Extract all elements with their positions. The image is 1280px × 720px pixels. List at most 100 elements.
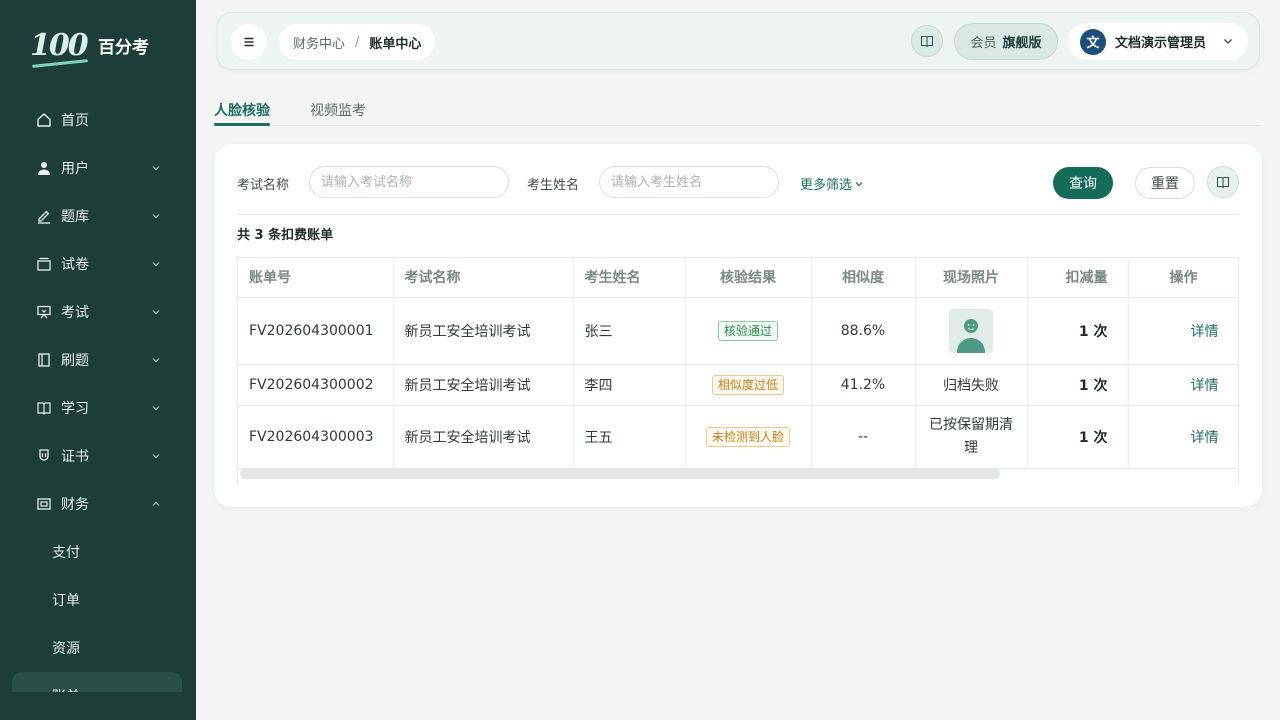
student-name: 王五 <box>573 405 686 469</box>
column-settings-button[interactable] <box>1207 166 1239 198</box>
sidebar: 100 百分考 首页 用户 题库 试卷 考试 刷题 学习 证书 财务 支付 订单… <box>0 0 196 720</box>
bill-table: 账单号 考试名称 考生姓名 核验结果 相似度 现场照片 扣减量 操作 FV202… <box>237 257 1239 484</box>
tab-face-verification[interactable]: 人脸核验 <box>214 100 270 120</box>
tab-bar: 人脸核验 视频监考 <box>214 96 1260 126</box>
bill-id: FV202604300003 <box>238 405 394 469</box>
docs-button[interactable] <box>911 25 943 57</box>
column-header: 现场照片 <box>915 258 1028 298</box>
detail-link[interactable]: 详情 <box>1191 324 1219 340</box>
breadcrumb: 财务中心 / 账单中心 <box>279 24 436 60</box>
logo[interactable]: 100 百分考 <box>30 24 149 66</box>
sidebar-item-label: 首页 <box>61 113 89 129</box>
user-menu[interactable]: 文 文档演示管理员 <box>1068 23 1248 60</box>
membership-badge[interactable]: 会员 旗舰版 <box>954 23 1058 60</box>
sidebar-item-label: 题库 <box>61 209 89 225</box>
deduct-value: 1 次 <box>1078 377 1108 394</box>
sidebar-subitem-orders[interactable]: 订单 <box>0 576 196 624</box>
paper-icon <box>36 256 52 272</box>
column-header: 核验结果 <box>685 258 812 298</box>
detail-link[interactable]: 详情 <box>1191 378 1219 394</box>
sidebar-item-exam[interactable]: 考试 <box>0 288 196 336</box>
face-photo-thumbnail[interactable] <box>949 308 993 353</box>
tab-video-proctoring[interactable]: 视频监考 <box>310 100 366 120</box>
book-open-icon <box>36 352 52 368</box>
sidebar-item-home[interactable]: 首页 <box>0 96 196 144</box>
sidebar-item-label: 用户 <box>61 161 89 177</box>
sidebar-subitem-resources[interactable]: 资源 <box>0 624 196 672</box>
chevron-down-icon <box>152 406 160 411</box>
user-name: 文档演示管理员 <box>1115 36 1207 51</box>
deduct-amount: 1 次 <box>1027 405 1129 469</box>
user-icon <box>36 160 52 176</box>
sidebar-item-label: 考试 <box>61 305 89 321</box>
deduct-amount: 1 次 <box>1027 364 1129 406</box>
more-filters-button[interactable]: 更多筛选 <box>800 174 864 193</box>
verify-result-cell: 未检测到人脸 <box>685 405 812 469</box>
similarity: -- <box>811 405 916 469</box>
deduct-value: 1 次 <box>1078 429 1108 446</box>
exam-name-input[interactable] <box>309 166 509 198</box>
sidebar-item-certificate[interactable]: 证书 <box>0 432 196 480</box>
pen-icon <box>36 208 52 224</box>
sidebar-item-label: 试卷 <box>61 257 89 273</box>
chevron-down-icon <box>855 181 863 186</box>
chevron-down-icon <box>152 214 160 219</box>
table-row: FV202604300002 新员工安全培训考试 李四 相似度过低 41.2% … <box>238 364 1238 406</box>
sidebar-item-user[interactable]: 用户 <box>0 144 196 192</box>
menu-toggle-button[interactable] <box>231 24 267 60</box>
exam-name: 新员工安全培训考试 <box>393 405 574 469</box>
book-icon <box>36 400 52 416</box>
count-value: 3 <box>254 228 264 243</box>
count-prefix: 共 <box>237 228 251 243</box>
sidebar-item-papers[interactable]: 试卷 <box>0 240 196 288</box>
sidebar-item-label: 刷题 <box>61 353 89 369</box>
person-avatar-icon <box>957 318 985 353</box>
query-button[interactable]: 查询 <box>1053 167 1113 199</box>
bill-card: 考试名称 考生姓名 更多筛选 查询 重置 共 3 条扣费账单 账单号 考试名称 … <box>214 144 1262 507</box>
certificate-icon <box>36 448 52 464</box>
sidebar-item-label: 证书 <box>61 449 89 465</box>
sidebar-item-label: 财务 <box>61 497 89 513</box>
book-icon <box>1216 176 1230 189</box>
breadcrumb-current: 账单中心 <box>369 36 422 52</box>
detail-link[interactable]: 详情 <box>1191 430 1219 446</box>
column-header: 账单号 <box>238 258 394 298</box>
logo-mark: 100 <box>30 28 90 63</box>
chevron-down-icon <box>152 358 160 363</box>
membership-level: 旗舰版 <box>1002 36 1042 51</box>
deduct-amount: 1 次 <box>1027 297 1129 365</box>
avatar: 文 <box>1080 28 1106 55</box>
membership-label: 会员 <box>970 36 997 51</box>
table-row: FV202604300003 新员工安全培训考试 王五 未检测到人脸 -- 已按… <box>238 405 1238 469</box>
student-name: 李四 <box>573 364 686 406</box>
similarity: 41.2% <box>811 364 916 406</box>
sidebar-item-finance[interactable]: 财务 <box>0 480 196 528</box>
more-filters-label: 更多筛选 <box>800 178 853 193</box>
similarity: 88.6% <box>811 297 916 365</box>
breadcrumb-item[interactable]: 财务中心 <box>293 33 345 52</box>
sidebar-bottom <box>0 692 196 720</box>
column-header: 相似度 <box>811 258 916 298</box>
sidebar-item-label: 学习 <box>61 401 89 417</box>
chevron-down-icon <box>1224 39 1232 44</box>
sidebar-item-practice[interactable]: 刷题 <box>0 336 196 384</box>
exam-name: 新员工安全培训考试 <box>393 364 574 406</box>
home-icon <box>36 112 52 128</box>
chevron-up-icon <box>152 501 160 506</box>
photo-status: 已按保留期清理 <box>915 405 1028 469</box>
chevron-down-icon <box>152 166 160 171</box>
photo-status: 归档失败 <box>915 364 1028 406</box>
bill-id: FV202604300002 <box>238 364 394 406</box>
logo-text: 百分考 <box>98 37 149 58</box>
exam-name-label: 考试名称 <box>237 178 290 193</box>
action-cell: 详情 <box>1127 405 1238 469</box>
table-header-row: 账单号 考试名称 考生姓名 核验结果 相似度 现场照片 扣减量 操作 <box>238 258 1238 298</box>
student-name-input[interactable] <box>599 166 779 198</box>
sidebar-subitem-payment[interactable]: 支付 <box>0 528 196 576</box>
horizontal-scrollbar[interactable] <box>240 468 1000 479</box>
chevron-down-icon <box>152 310 160 315</box>
sidebar-item-question-bank[interactable]: 题库 <box>0 192 196 240</box>
sidebar-item-learning[interactable]: 学习 <box>0 384 196 432</box>
reset-button[interactable]: 重置 <box>1135 167 1195 199</box>
exam-name: 新员工安全培训考试 <box>393 297 574 365</box>
